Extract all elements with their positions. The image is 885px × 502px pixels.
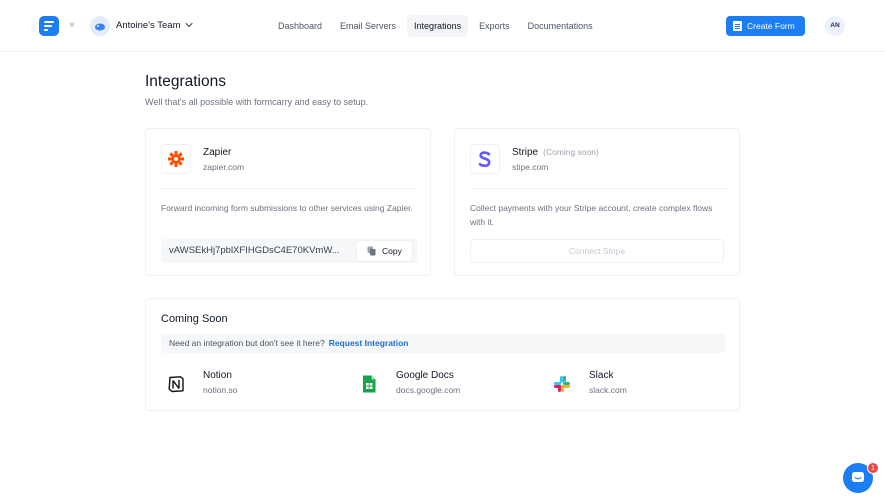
main-nav: Dashboard Email Servers Integrations Exp… — [271, 15, 600, 37]
integration-item-slack[interactable]: Slack slack.com — [547, 369, 737, 399]
request-integration-bar: Need an integration but don't see it her… — [161, 334, 725, 353]
integration-url: docs.google.com — [396, 385, 461, 395]
notion-icon — [165, 373, 187, 395]
team-name[interactable]: Antoine's Team — [116, 19, 180, 33]
copy-label: Copy — [382, 246, 402, 256]
nav-dashboard[interactable]: Dashboard — [271, 15, 329, 37]
coming-soon-card: Coming Soon Need an integration but don'… — [145, 298, 740, 411]
api-key-field[interactable]: vAWSEkHj7pblXFIHGDsC4E70KVmW... Copy — [161, 239, 417, 263]
stripe-title: Stripe — [512, 147, 539, 158]
page-subtitle: Well that's all possible with formcarry … — [145, 97, 369, 107]
integration-name: Google Docs — [396, 370, 454, 381]
stripe-card: Stripe (Coming soon) stipe.com Collect pa… — [454, 128, 740, 276]
zapier-description: Forward incoming form submissions to oth… — [161, 203, 413, 213]
chat-icon — [852, 472, 864, 482]
coming-soon-title: Coming Soon — [161, 313, 228, 325]
google-docs-icon — [358, 373, 380, 395]
form-icon — [733, 21, 742, 31]
copy-icon — [367, 246, 376, 256]
nav-documentations[interactable]: Documentations — [521, 15, 600, 37]
api-key-value[interactable]: vAWSEkHj7pblXFIHGDsC4E70KVmW... — [169, 245, 351, 257]
user-avatar[interactable]: AN — [825, 16, 845, 36]
copy-button[interactable]: Copy — [356, 240, 413, 262]
card-divider — [161, 188, 417, 189]
connect-stripe-button[interactable]: Connect Stripe — [470, 239, 724, 263]
integration-item-notion[interactable]: Notion notion.so — [161, 369, 351, 399]
nav-integrations[interactable]: Integrations — [407, 15, 469, 37]
stripe-url[interactable]: stipe.com — [512, 162, 548, 173]
request-integration-link[interactable]: Request Integration — [329, 338, 409, 348]
stripe-description: Collect payments with your Stripe accoun… — [470, 203, 713, 227]
top-navbar: ♥ Antoine's Team Dashboard Email Servers… — [0, 0, 885, 52]
stripe-name: Stripe (Coming soon) — [512, 146, 599, 159]
integration-url: slack.com — [589, 385, 627, 395]
nav-email-servers[interactable]: Email Servers — [333, 15, 403, 37]
zapier-asterisk-icon — [168, 151, 184, 167]
chevron-down-icon[interactable] — [184, 19, 194, 31]
zapier-url[interactable]: zapier.com — [203, 162, 244, 173]
team-avatar[interactable] — [90, 16, 110, 36]
integration-name: Notion — [203, 370, 232, 381]
create-form-label: Create Form — [747, 21, 795, 31]
page-title: Integrations — [145, 73, 226, 90]
integration-item-google-docs[interactable]: Google Docs docs.google.com — [354, 369, 544, 399]
stripe-s-icon — [478, 151, 491, 168]
create-form-button[interactable]: Create Form — [726, 16, 805, 36]
integration-url: notion.so — [203, 385, 238, 395]
formcarry-logo-icon[interactable] — [39, 16, 59, 36]
zapier-card: Zapier zapier.com Forward incoming form … — [145, 128, 431, 276]
coming-soon-badge: (Coming soon) — [543, 147, 599, 157]
nav-exports[interactable]: Exports — [472, 15, 517, 37]
heart-icon[interactable]: ♥ — [69, 19, 75, 33]
request-text: Need an integration but don't see it her… — [169, 338, 325, 348]
stripe-logo — [470, 144, 500, 174]
integration-name: Slack — [589, 370, 614, 381]
zapier-name: Zapier — [203, 147, 232, 158]
zapier-logo — [161, 144, 191, 174]
slack-icon — [551, 373, 573, 395]
notification-badge: 1 — [867, 462, 879, 474]
card-divider — [470, 188, 726, 189]
